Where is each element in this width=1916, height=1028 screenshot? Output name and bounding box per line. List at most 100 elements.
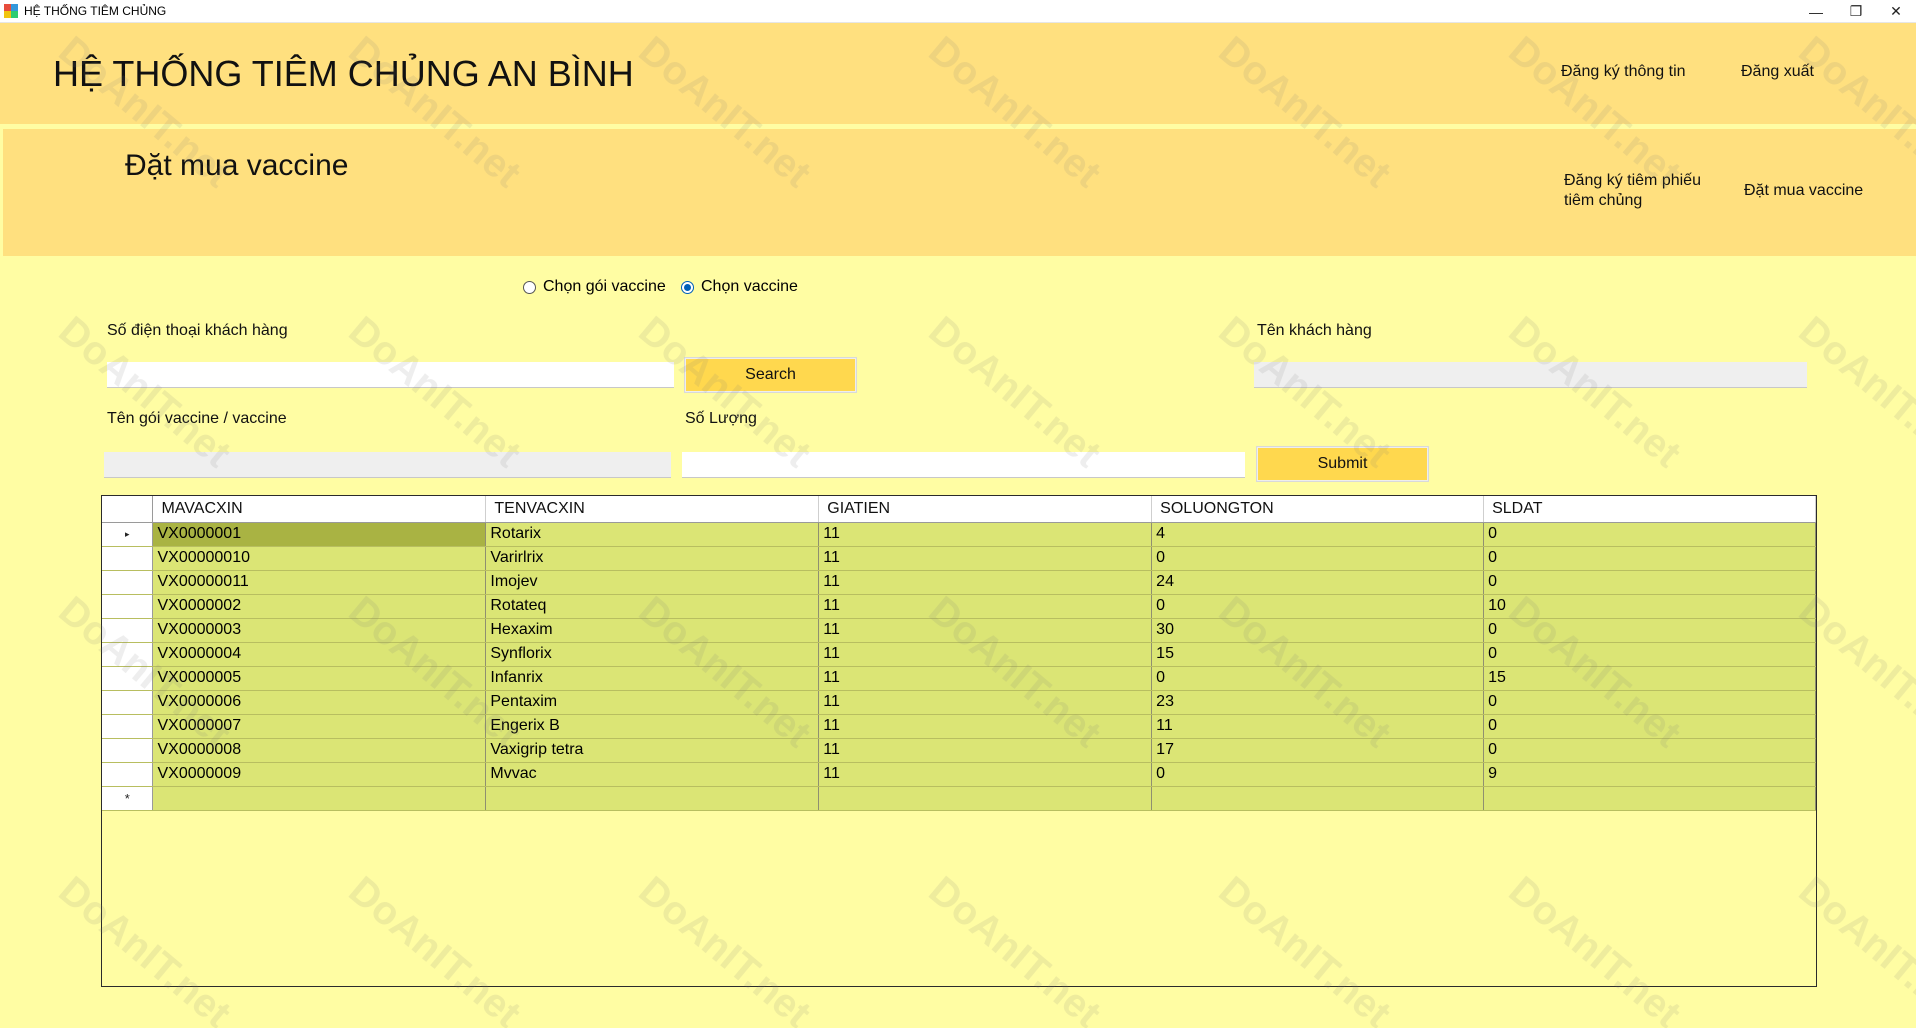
cell-soluongton[interactable]: 0 [1151, 594, 1485, 619]
close-icon[interactable]: ✕ [1876, 0, 1916, 23]
cell-mavacxin[interactable]: VX0000008 [152, 738, 487, 763]
cell-soluongton[interactable]: 0 [1151, 762, 1485, 787]
buy-vaccine-link[interactable]: Đặt mua vaccine [1744, 181, 1863, 201]
radio-vaccine-indicator[interactable] [681, 280, 694, 294]
phone-input[interactable] [107, 362, 674, 388]
table-row[interactable]: VX0000005 Infanrix 11 0 15 [102, 666, 1816, 691]
vaccine-grid[interactable]: MAVACXIN TENVACXIN GIATIEN SOLUONGTON SL… [101, 495, 1817, 987]
cell-giatien[interactable]: 11 [818, 522, 1153, 547]
cell-soluongton[interactable]: 15 [1151, 642, 1485, 667]
table-row[interactable]: VX0000006 Pentaxim 11 23 0 [102, 690, 1816, 715]
cell-soluongton[interactable]: 4 [1151, 522, 1485, 547]
cell-sldat[interactable]: 0 [1483, 642, 1816, 667]
cell-tenvacxin[interactable]: Rotarix [485, 522, 820, 547]
cell-giatien[interactable]: 11 [818, 714, 1153, 739]
column-header-giatien[interactable]: GIATIEN [818, 496, 1153, 523]
cell-soluongton[interactable]: 0 [1151, 666, 1485, 691]
cell-soluongton[interactable]: 11 [1151, 714, 1485, 739]
cell-sldat[interactable]: 0 [1483, 714, 1816, 739]
submit-button[interactable]: Submit [1256, 446, 1429, 482]
table-row[interactable]: VX00000011 Imojev 11 24 0 [102, 570, 1816, 595]
table-row[interactable]: VX0000002 Rotateq 11 0 10 [102, 594, 1816, 619]
cell-tenvacxin[interactable]: Hexaxim [485, 618, 820, 643]
cell-sldat[interactable]: 0 [1483, 618, 1816, 643]
row-header[interactable] [102, 594, 154, 619]
new-row-cell[interactable] [1483, 786, 1816, 811]
item-name-field[interactable] [104, 452, 671, 478]
cell-tenvacxin[interactable]: Pentaxim [485, 690, 820, 715]
cell-mavacxin[interactable]: VX0000004 [152, 642, 487, 667]
register-vaccination-form-link[interactable]: Đăng ký tiêm phiếu tiêm chủng [1564, 171, 1701, 211]
cell-mavacxin[interactable]: VX0000005 [152, 666, 487, 691]
cell-giatien[interactable]: 11 [818, 594, 1153, 619]
cell-giatien[interactable]: 11 [818, 546, 1153, 571]
row-header[interactable] [102, 642, 154, 667]
table-row[interactable]: VX0000003 Hexaxim 11 30 0 [102, 618, 1816, 643]
row-header[interactable] [102, 738, 154, 763]
cell-giatien[interactable]: 11 [818, 762, 1153, 787]
radio-choose-package[interactable]: Chọn gói vaccine [523, 278, 666, 296]
search-button[interactable]: Search [684, 357, 857, 393]
column-header-tenvacxin[interactable]: TENVACXIN [485, 496, 820, 523]
cell-tenvacxin[interactable]: Varirlrix [485, 546, 820, 571]
minimize-icon[interactable]: — [1796, 0, 1836, 23]
row-header[interactable] [102, 690, 154, 715]
column-header-sldat[interactable]: SLDAT [1483, 496, 1816, 523]
cell-tenvacxin[interactable]: Rotateq [485, 594, 820, 619]
cell-tenvacxin[interactable]: Engerix B [485, 714, 820, 739]
radio-package-indicator[interactable] [523, 280, 536, 294]
quantity-input[interactable] [682, 452, 1245, 478]
cell-sldat[interactable]: 0 [1483, 522, 1816, 547]
cell-giatien[interactable]: 11 [818, 642, 1153, 667]
column-header-mavacxin[interactable]: MAVACXIN [152, 496, 487, 523]
cell-mavacxin[interactable]: VX0000001 [152, 522, 487, 547]
radio-choose-vaccine[interactable]: Chọn vaccine [681, 278, 798, 296]
cell-giatien[interactable]: 11 [818, 666, 1153, 691]
cell-mavacxin[interactable]: VX00000010 [152, 546, 487, 571]
cell-mavacxin[interactable]: VX0000006 [152, 690, 487, 715]
cell-giatien[interactable]: 11 [818, 738, 1153, 763]
cell-tenvacxin[interactable]: Mvvac [485, 762, 820, 787]
cell-sldat[interactable]: 9 [1483, 762, 1816, 787]
row-header[interactable] [102, 666, 154, 691]
table-row[interactable]: VX00000010 Varirlrix 11 0 0 [102, 546, 1816, 571]
register-info-link[interactable]: Đăng ký thông tin [1561, 63, 1686, 81]
logout-link[interactable]: Đăng xuất [1741, 63, 1814, 81]
cell-sldat[interactable]: 0 [1483, 546, 1816, 571]
cell-tenvacxin[interactable]: Infanrix [485, 666, 820, 691]
row-header[interactable] [102, 618, 154, 643]
cell-sldat[interactable]: 0 [1483, 738, 1816, 763]
cell-giatien[interactable]: 11 [818, 570, 1153, 595]
cell-giatien[interactable]: 11 [818, 618, 1153, 643]
cell-soluongton[interactable]: 17 [1151, 738, 1485, 763]
cell-tenvacxin[interactable]: Synflorix [485, 642, 820, 667]
cell-sldat[interactable]: 10 [1483, 594, 1816, 619]
table-row[interactable]: VX0000004 Synflorix 11 15 0 [102, 642, 1816, 667]
table-row[interactable]: VX0000008 Vaxigrip tetra 11 17 0 [102, 738, 1816, 763]
cell-sldat[interactable]: 0 [1483, 690, 1816, 715]
cell-soluongton[interactable]: 24 [1151, 570, 1485, 595]
restore-icon[interactable]: ❐ [1836, 0, 1876, 23]
new-row-cell[interactable] [1151, 786, 1485, 811]
table-row[interactable]: VX0000009 Mvvac 11 0 9 [102, 762, 1816, 787]
row-header[interactable] [102, 546, 154, 571]
customer-name-field[interactable] [1254, 362, 1807, 388]
cell-soluongton[interactable]: 30 [1151, 618, 1485, 643]
cell-tenvacxin[interactable]: Vaxigrip tetra [485, 738, 820, 763]
new-row-cell[interactable] [818, 786, 1153, 811]
table-row[interactable]: ▸ VX0000001 Rotarix 11 4 0 [102, 522, 1816, 547]
cell-mavacxin[interactable]: VX00000011 [152, 570, 487, 595]
cell-soluongton[interactable]: 23 [1151, 690, 1485, 715]
cell-sldat[interactable]: 0 [1483, 570, 1816, 595]
new-row-indicator[interactable]: * [102, 786, 154, 811]
new-row-cell[interactable] [152, 786, 487, 811]
current-row-indicator[interactable]: ▸ [102, 522, 154, 547]
cell-mavacxin[interactable]: VX0000003 [152, 618, 487, 643]
cell-soluongton[interactable]: 0 [1151, 546, 1485, 571]
row-header[interactable] [102, 714, 154, 739]
cell-giatien[interactable]: 11 [818, 690, 1153, 715]
table-row[interactable]: VX0000007 Engerix B 11 11 0 [102, 714, 1816, 739]
new-row[interactable]: * [102, 786, 1816, 811]
row-header[interactable] [102, 570, 154, 595]
cell-mavacxin[interactable]: VX0000009 [152, 762, 487, 787]
